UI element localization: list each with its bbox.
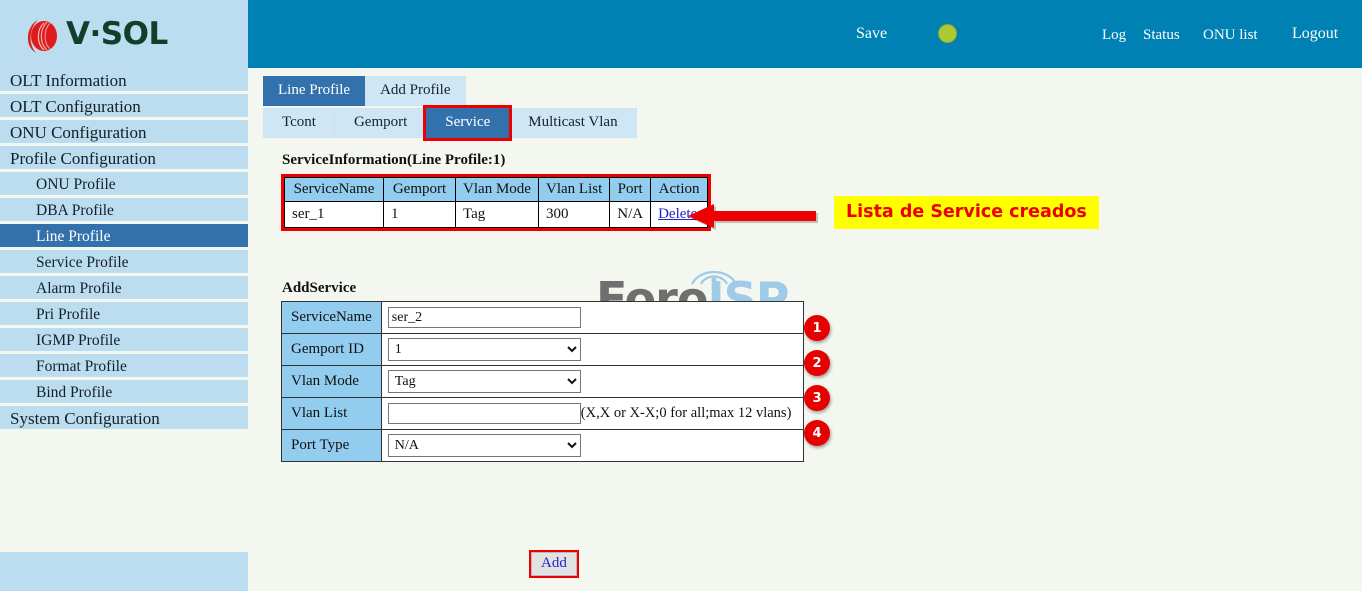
brand-name: V·SOL [66,19,168,50]
tab-service[interactable]: Service [426,108,509,138]
status-link[interactable]: Status [1143,27,1180,44]
form-row: Port Type N/AETHPOTSCATV [282,430,804,462]
sidebar-item-bind-profile[interactable]: Bind Profile [0,380,248,406]
tab-tcont[interactable]: Tcont [263,108,335,138]
servicename-input[interactable] [388,307,581,328]
column-header: Port [610,178,651,202]
sidebar-item-alarm-profile[interactable]: Alarm Profile [0,276,248,302]
callout-arrow-icon [688,203,818,233]
cell-service-name: ser_1 [285,202,384,228]
step-badge-1: 1 [804,315,830,341]
field-label: Port Type [282,430,382,462]
column-header: Action [651,178,708,202]
sidebar-item-onu-configuration[interactable]: ONU Configuration [0,120,248,146]
logout-link[interactable]: Logout [1292,25,1338,43]
service-information-title: ServiceInformation(Line Profile:1) [282,152,505,169]
service-information-table: ServiceNameGemportVlan ModeVlan ListPort… [284,177,708,228]
log-link[interactable]: Log [1102,27,1126,44]
add-button[interactable]: Add [531,552,577,576]
top-header-bar: Save Log Status ONU list Logout [248,0,1362,68]
form-row: ServiceName [282,302,804,334]
field-value-cell [381,302,803,334]
application-window: V·SOL OLT InformationOLT ConfigurationON… [0,0,1362,591]
table-row: ser_11Tag300N/ADelete [285,202,708,228]
vsol-sphere-logo-icon [22,12,62,56]
step-badge-2: 2 [804,350,830,376]
tab-line-profile[interactable]: Line Profile [263,76,365,106]
field-value-cell: (X,X or X-X;0 for all;max 12 vlans) [381,398,803,430]
add-service-form: ServiceNameGemport ID 1234 Vlan Mode TagTra… [281,301,804,462]
form-row: Gemport ID 1234 [282,334,804,366]
column-header: ServiceName [285,178,384,202]
sidebar-item-igmp-profile[interactable]: IGMP Profile [0,328,248,354]
status-indicator-icon [938,24,957,43]
field-label: Vlan Mode [282,366,382,398]
field-label: ServiceName [282,302,382,334]
add-service-title: AddService [282,280,356,297]
table-header-row: ServiceNameGemportVlan ModeVlan ListPort… [285,178,708,202]
vlan-list-hint: (X,X or X-X;0 for all;max 12 vlans) [581,405,792,421]
callout-label: Lista de Service creados [834,196,1099,229]
onu-list-link[interactable]: ONU list [1203,27,1258,44]
step-badge-3: 3 [804,385,830,411]
field-label: Vlan List [282,398,382,430]
primary-tabs: Line ProfileAdd Profile [263,76,466,106]
tab-gemport[interactable]: Gemport [335,108,426,138]
cell-vlan-mode: Tag [456,202,539,228]
sidebar-filler [0,432,248,552]
sidebar-item-system-configuration[interactable]: System Configuration [0,406,248,432]
add-button-highlight-box: Add [531,552,577,576]
column-header: Vlan Mode [456,178,539,202]
sidebar-item-onu-profile[interactable]: ONU Profile [0,172,248,198]
sidebar-nav: OLT InformationOLT ConfigurationONU Conf… [0,68,248,432]
vlan-mode-select[interactable]: TagTransparentTranslateQinQ [388,370,581,393]
sidebar-item-dba-profile[interactable]: DBA Profile [0,198,248,224]
sidebar-item-line-profile[interactable]: Line Profile [0,224,248,250]
vlan-list-input[interactable] [388,403,581,424]
brand-logo: V·SOL [0,0,248,68]
sidebar-item-profile-configuration[interactable]: Profile Configuration [0,146,248,172]
sidebar-item-pri-profile[interactable]: Pri Profile [0,302,248,328]
form-row: Vlan List (X,X or X-X;0 for all;max 12 vl… [282,398,804,430]
field-label: Gemport ID [282,334,382,366]
column-header: Gemport [384,178,456,202]
field-value-cell: 1234 [381,334,803,366]
cell-vlan-list: 300 [539,202,610,228]
gemport-id-select[interactable]: 1234 [388,338,581,361]
column-header: Vlan List [539,178,610,202]
sidebar-item-olt-information[interactable]: OLT Information [0,68,248,94]
save-button[interactable]: Save [856,25,887,43]
sidebar-item-format-profile[interactable]: Format Profile [0,354,248,380]
sidebar-item-olt-configuration[interactable]: OLT Configuration [0,94,248,120]
service-table-highlight-box: ServiceNameGemportVlan ModeVlan ListPort… [281,174,711,231]
tab-add-profile[interactable]: Add Profile [365,76,465,106]
tab-multicast-vlan[interactable]: Multicast Vlan [509,108,636,138]
antenna-tower-icon [688,264,740,290]
field-value-cell: N/AETHPOTSCATV [381,430,803,462]
sidebar-item-service-profile[interactable]: Service Profile [0,250,248,276]
cell-gemport: 1 [384,202,456,228]
field-value-cell: TagTransparentTranslateQinQ [381,366,803,398]
port-type-select[interactable]: N/AETHPOTSCATV [388,434,581,457]
form-row: Vlan Mode TagTransparentTranslateQinQ [282,366,804,398]
main-content: Line ProfileAdd Profile TcontGemportServ… [248,68,1362,591]
cell-port: N/A [610,202,651,228]
secondary-tabs: TcontGemportServiceMulticast Vlan [263,108,637,138]
step-badge-4: 4 [804,420,830,446]
sidebar: V·SOL OLT InformationOLT ConfigurationON… [0,0,248,591]
table-body: ser_11Tag300N/ADelete [285,202,708,228]
